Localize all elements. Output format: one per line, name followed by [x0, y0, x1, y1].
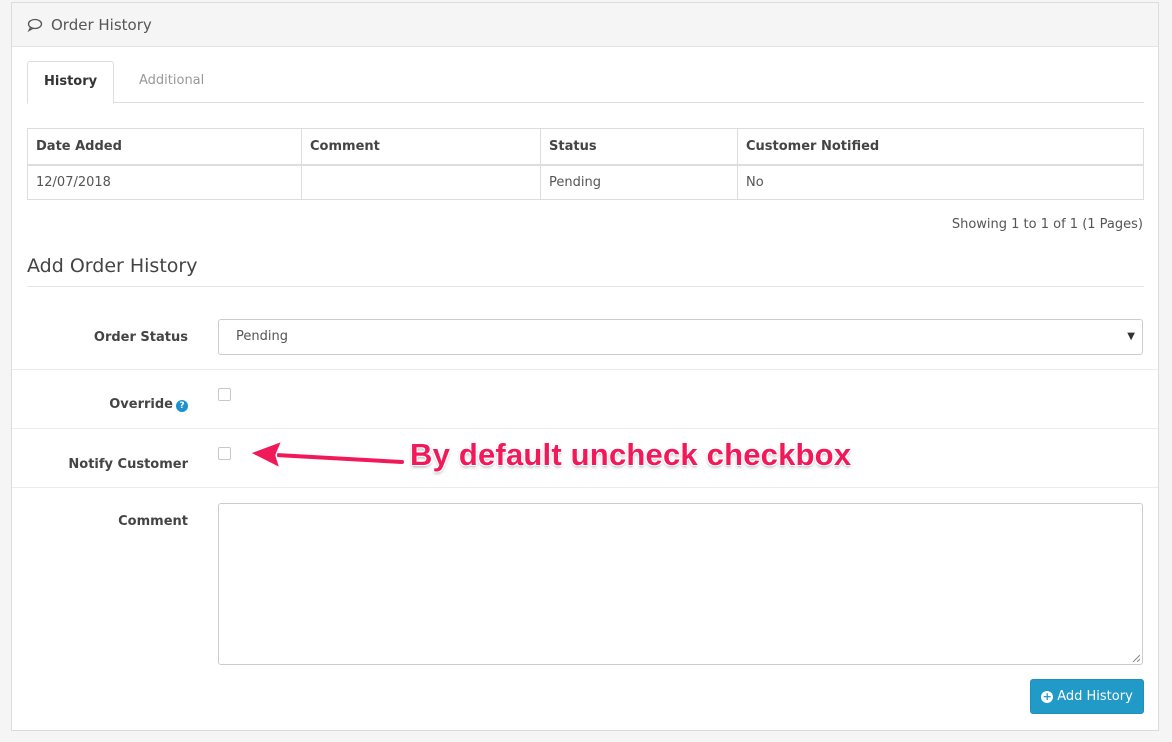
- cell-customer-notified: No: [737, 164, 1144, 200]
- order-status-label: Order Status: [93, 330, 188, 345]
- override-label: Override?: [109, 397, 188, 412]
- order-history-panel: Order History History Additional Date Ad…: [11, 2, 1159, 731]
- resize-handle-icon[interactable]: [1132, 654, 1140, 662]
- comment-textarea[interactable]: [218, 503, 1143, 665]
- cell-status: Pending: [540, 164, 738, 200]
- cell-comment: [301, 164, 541, 200]
- annotation-arrow-icon: [248, 439, 406, 470]
- column-header-status: Status: [540, 128, 738, 166]
- order-status-select[interactable]: Pending ▼: [218, 319, 1143, 355]
- panel-title: Order History: [51, 15, 152, 34]
- notify-customer-label: Notify Customer: [68, 457, 188, 472]
- column-header-date-added: Date Added: [27, 128, 302, 166]
- panel-heading: Order History: [12, 3, 1158, 47]
- cell-date-added: 12/07/2018: [27, 164, 302, 200]
- add-history-label: Add History: [1057, 689, 1133, 704]
- history-table: Date Added Comment Status Customer Notif…: [27, 128, 1144, 200]
- annotation-text: By default uncheck checkbox: [410, 437, 852, 472]
- comment-icon: [27, 18, 43, 32]
- override-row: Override?: [12, 369, 1158, 428]
- override-checkbox[interactable]: [218, 388, 231, 401]
- form-legend: Add Order History: [27, 255, 1144, 287]
- tab-bar: History Additional: [27, 61, 1144, 104]
- chevron-down-icon: ▼: [1127, 331, 1135, 342]
- table-row: 12/07/2018 Pending No: [27, 164, 1144, 200]
- order-status-row: Order Status Pending ▼: [12, 303, 1158, 369]
- help-icon[interactable]: ?: [176, 400, 188, 412]
- comment-row: Comment: [12, 487, 1158, 667]
- tab-additional[interactable]: Additional: [123, 61, 220, 103]
- override-label-text: Override: [109, 397, 173, 412]
- tab-history[interactable]: History: [27, 61, 115, 104]
- comment-label: Comment: [118, 514, 188, 529]
- column-header-customer-notified: Customer Notified: [737, 128, 1144, 166]
- notify-customer-checkbox[interactable]: [218, 447, 231, 460]
- pagination-text: Showing 1 to 1 of 1 (1 Pages): [951, 217, 1143, 232]
- add-history-button[interactable]: + Add History: [1030, 679, 1144, 714]
- order-status-value: Pending: [236, 329, 288, 344]
- table-header-row: Date Added Comment Status Customer Notif…: [27, 128, 1144, 166]
- plus-circle-icon: +: [1041, 689, 1054, 703]
- column-header-comment: Comment: [301, 128, 541, 166]
